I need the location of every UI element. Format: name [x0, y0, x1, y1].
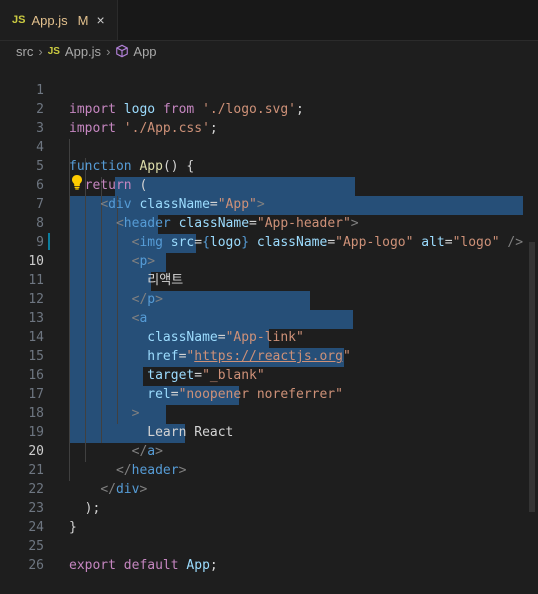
code-line: 25 export default App; [0, 518, 538, 573]
breadcrumb-symbol[interactable]: App [133, 44, 156, 59]
vertical-scrollbar[interactable] [524, 62, 538, 575]
code-line: 17 > [0, 366, 538, 421]
close-icon[interactable]: × [96, 12, 104, 28]
code-line: 26 [0, 537, 538, 573]
symbol-class-icon [116, 44, 129, 58]
code-line: 22 ); [0, 461, 538, 516]
chevron-right-icon: › [106, 43, 111, 59]
code-line: 3 [0, 100, 538, 136]
code-line: 15 target="_blank" [0, 328, 538, 383]
breadcrumb-folder[interactable]: src [16, 44, 33, 59]
code-line: 4 function App() { [0, 119, 538, 174]
code-line: 23 } [0, 480, 538, 535]
code-line: 10 리액트 [0, 233, 538, 288]
javascript-file-icon: JS [12, 14, 26, 26]
code-line: 6 <div className="App"> [0, 157, 538, 212]
code-line: 12 <a [0, 271, 538, 326]
code-line: 7 <header className="App-header"> [0, 176, 538, 231]
javascript-file-icon: JS [47, 45, 60, 57]
modified-indicator: M [77, 12, 89, 28]
code-line: 21 </div> [0, 442, 538, 497]
tab-filename: App.js [31, 12, 68, 28]
tab-bar: JS App.js M × [0, 0, 538, 41]
code-line: 2 import './App.css'; [0, 81, 538, 136]
code-line: 18 Learn React [0, 385, 538, 440]
code-line: 5 return ( [0, 138, 538, 193]
code-line: 14 href="https://reactjs.org" [0, 309, 538, 364]
code-line: 8 <img src={logo} className="App-logo" a… [0, 195, 538, 250]
code-line: 20 </header> [0, 423, 538, 478]
code-line: 1 import logo from './logo.svg'; [0, 62, 538, 117]
line-number: 26 [28, 558, 44, 573]
breadcrumb: src › JS App.js › App [0, 40, 538, 62]
code-line: 24 [0, 499, 538, 535]
breadcrumb-file[interactable]: App.js [65, 44, 101, 59]
tab-app-js[interactable]: JS App.js M × [0, 0, 118, 40]
code-line: 19 </a> [0, 404, 538, 459]
code-line: 16 rel="noopener noreferrer" [0, 347, 538, 402]
code-line: 11 </p> [0, 252, 538, 307]
chevron-right-icon: › [38, 43, 43, 59]
code-line: 9 <p> [0, 214, 538, 269]
scrollbar-thumb[interactable] [529, 242, 535, 512]
code-line: 13 className="App-link" [0, 290, 538, 345]
